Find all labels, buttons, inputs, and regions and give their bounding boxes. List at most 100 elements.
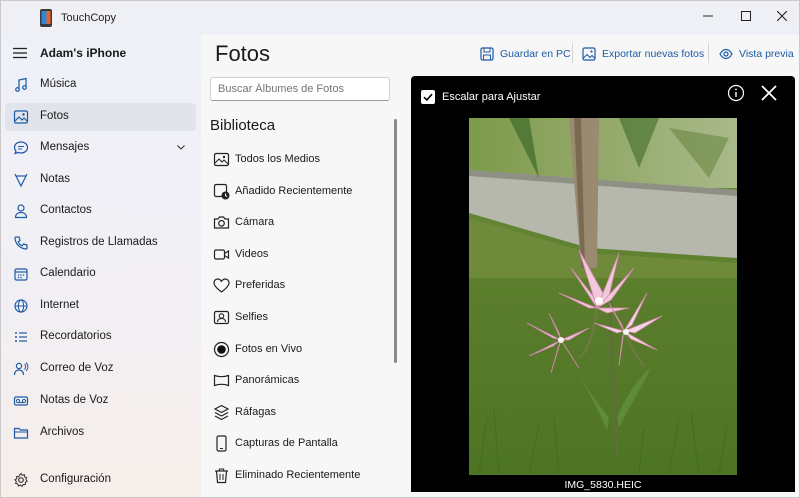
album-eliminado-recientemente[interactable]: Eliminado Recientemente <box>213 464 388 488</box>
album-capturas-de-pantalla[interactable]: Capturas de Pantalla <box>213 432 388 456</box>
album-label: Panorámicas <box>235 374 300 386</box>
sidebar-item-notas-de-voz[interactable]: Notas de Voz <box>5 387 196 415</box>
sidebar-item-label: Contactos <box>40 204 92 216</box>
photo-icon <box>13 110 29 124</box>
sidebar-item-label: Calendario <box>40 267 96 279</box>
sidebar-item-fotos[interactable]: Fotos <box>5 103 196 131</box>
sidebar-item-label: Notas <box>40 173 71 185</box>
album-preferidas[interactable]: Preferidas <box>213 274 388 298</box>
album-rafagas[interactable]: Ráfagas <box>213 401 388 425</box>
photo-image <box>469 118 737 475</box>
sidebar-item-label: Correo de Voz <box>40 362 114 374</box>
sidebar-item-musica[interactable]: Música <box>5 71 196 99</box>
person-icon <box>14 204 28 219</box>
app-window: TouchCopy Adam's iPhone Música Fotos Men… <box>0 0 800 498</box>
sidebar-item-registros-de-llamadas[interactable]: Registros de Llamadas <box>5 229 196 257</box>
preview-label: Vista previa <box>739 48 794 60</box>
sidebar-item-notas[interactable]: Notas <box>5 166 196 194</box>
sidebar-item-archivos[interactable]: Archivos <box>5 419 196 447</box>
album-label: Añadido Recientemente <box>235 185 353 197</box>
touchcopy-logo-icon <box>40 9 52 27</box>
album-selfies[interactable]: Selfies <box>213 306 388 330</box>
burst-icon <box>213 404 230 421</box>
album-label: Todos los Medios <box>235 153 320 165</box>
album-search-input[interactable] <box>210 77 390 101</box>
list-icon <box>15 332 27 342</box>
gallery-icon <box>213 152 230 167</box>
album-panoramicas[interactable]: Panorámicas <box>213 369 388 393</box>
toolbar-divider <box>708 43 709 63</box>
chat-bubble-icon <box>13 141 29 155</box>
close-preview-icon[interactable] <box>759 83 779 103</box>
sidebar-item-label: Configuración <box>40 473 111 485</box>
main-content: Fotos Guardar en PC Exportar nuevas foto… <box>201 35 799 497</box>
sidebar-item-label: Registros de Llamadas <box>40 236 158 248</box>
phone-screenshot-icon <box>216 435 227 452</box>
sidebar-item-configuracion[interactable]: Configuración <box>5 466 196 494</box>
globe-icon <box>14 299 28 313</box>
heart-icon <box>213 278 230 293</box>
scale-to-fit-checkbox[interactable] <box>421 90 435 104</box>
camera-icon <box>213 216 230 229</box>
album-camara[interactable]: Cámara <box>213 211 388 235</box>
voicemail-icon <box>13 396 29 406</box>
gear-icon <box>14 472 28 488</box>
preview-filename: IMG_5830.HEIC <box>564 479 642 491</box>
library-heading: Biblioteca <box>210 117 276 134</box>
sidebar-item-internet[interactable]: Internet <box>5 292 196 320</box>
photo-preview-panel: Escalar para Ajustar IMG_5830.HEIC <box>411 76 795 492</box>
sidebar-item-label: Archivos <box>40 426 85 438</box>
album-label: Eliminado Recientemente <box>235 469 361 481</box>
scale-to-fit-label[interactable]: Escalar para Ajustar <box>442 91 540 103</box>
sidebar-item-contactos[interactable]: Contactos <box>5 197 196 225</box>
album-todos-los-medios[interactable]: Todos los Medios <box>213 148 388 172</box>
phone-icon <box>14 236 28 250</box>
save-to-pc-label: Guardar en PC <box>500 48 571 60</box>
export-new-photos-button[interactable]: Exportar nuevas fotos <box>582 45 704 63</box>
album-label: Selfies <box>235 311 269 323</box>
sidebar-item-label: Mensajes <box>40 141 90 153</box>
sidebar-item-label: Recordatorios <box>40 330 112 342</box>
album-label: Fotos en Vivo <box>235 343 303 355</box>
sidebar-item-recordatorios[interactable]: Recordatorios <box>5 323 196 351</box>
save-pc-icon <box>480 47 494 61</box>
title-bar: TouchCopy <box>1 1 799 35</box>
calendar-icon <box>14 268 28 281</box>
folder-icon <box>13 427 29 439</box>
trash-icon <box>215 468 228 484</box>
album-label: Ráfagas <box>235 406 276 418</box>
album-label: Capturas de Pantalla <box>235 437 338 449</box>
album-label: Videos <box>235 248 269 260</box>
toolbar-divider <box>572 43 573 63</box>
eye-icon <box>719 48 733 60</box>
voicemail-person-icon <box>13 362 29 376</box>
export-new-photos-label: Exportar nuevas fotos <box>602 48 705 60</box>
live-photo-icon <box>213 341 230 358</box>
page-title: Fotos <box>215 41 271 66</box>
music-note-icon <box>15 77 27 92</box>
maximize-icon <box>741 11 751 21</box>
chevron-down-icon[interactable] <box>176 142 186 152</box>
album-videos[interactable]: Videos <box>213 243 388 267</box>
save-to-pc-button[interactable]: Guardar en PC <box>480 45 571 63</box>
hamburger-menu-icon[interactable] <box>13 47 27 59</box>
close-icon <box>777 11 787 21</box>
close-window-button[interactable] <box>759 1 799 31</box>
album-list-scrollbar[interactable] <box>394 119 397 363</box>
panorama-icon <box>213 374 230 387</box>
video-icon <box>213 249 230 260</box>
minimize-icon <box>703 15 713 17</box>
sidebar-item-calendario[interactable]: Calendario <box>5 260 196 288</box>
album-fotos-en-vivo[interactable]: Fotos en Vivo <box>213 338 388 362</box>
album-label: Preferidas <box>235 279 286 291</box>
preview-button[interactable]: Vista previa <box>719 45 794 63</box>
album-label: Cámara <box>235 216 275 228</box>
sidebar-item-label: Fotos <box>40 110 69 122</box>
device-name: Adam's iPhone <box>40 46 127 60</box>
sidebar-item-correo-de-voz[interactable]: Correo de Voz <box>5 355 196 383</box>
info-icon[interactable] <box>727 84 745 102</box>
selfie-icon <box>213 310 230 325</box>
album-anadido-recientemente[interactable]: Añadido Recientemente <box>213 180 388 204</box>
sidebar: Adam's iPhone Música Fotos Mensajes Nota… <box>1 35 201 497</box>
sidebar-item-mensajes[interactable]: Mensajes <box>5 134 196 162</box>
